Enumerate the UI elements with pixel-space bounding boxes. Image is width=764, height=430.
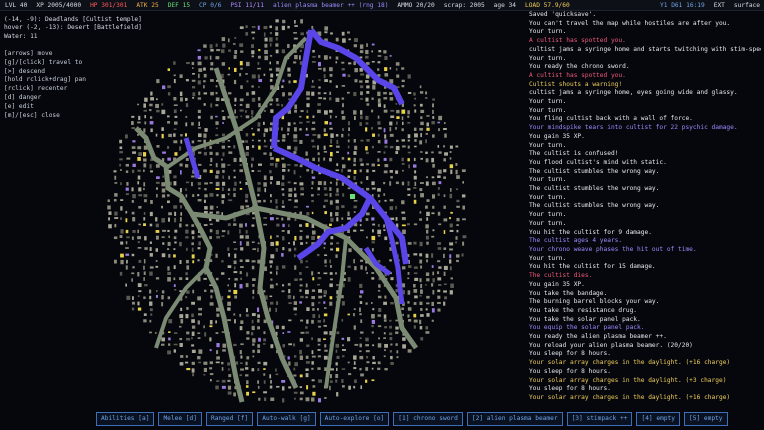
log-line: You hit the cultist for 9 damage. (529, 228, 652, 236)
stat-5: CP 0/6 (199, 1, 222, 9)
status-right-1: EXT (713, 2, 725, 9)
help-line: [e] edit (4, 102, 34, 110)
log-line: cultist jams a syringe home and starts t… (529, 45, 761, 53)
help-line: [arrows] move (4, 50, 53, 57)
auto-explore-button[interactable]: Auto-explore [o] (319, 412, 390, 426)
world-map[interactable] (106, 18, 470, 406)
stat-8: AMMO 20/20 (397, 1, 435, 9)
log-line: Your solar array charges in the daylight… (529, 359, 731, 367)
log-line: You ready the chrono sword. (529, 63, 630, 71)
log-line: You hit the cultist for 15 damage. (529, 263, 656, 271)
help-line: [>] descend (4, 67, 45, 75)
log-line: The cultist is confused! (529, 150, 619, 158)
stat-1: XP 2005/4000 (36, 1, 82, 9)
stat-4: DEF 15 (167, 1, 191, 9)
log-line: Your turn. (529, 219, 567, 227)
log-line: Your mindspike tears into cultist for 22… (529, 124, 738, 132)
log-line: Saved 'quicksave'. (529, 11, 597, 18)
status-bar: LVL 40 XP 2005/4000 HP 301/301 ATK 25 DEF 15… (0, 0, 764, 11)
log-line: The cultist stumbles the wrong way. (529, 202, 660, 210)
log-line: Your turn. (529, 141, 567, 149)
log-line: Your solar array charges in the daylight… (529, 376, 727, 384)
status-right-2: surface (733, 2, 760, 9)
log-line: Your turn. (529, 254, 567, 262)
log-line: Your turn. (529, 176, 567, 184)
stat-11: LOAD 57.9/60 (525, 1, 570, 9)
ranged-button[interactable]: Ranged [f] (205, 412, 254, 426)
hotbar-slot-4-button[interactable]: [4] empty (636, 412, 680, 426)
melee-button[interactable]: Melee [d] (158, 412, 202, 426)
stat-6: PSI 11/11 (230, 1, 264, 9)
keybind-help: [arrows] move [g]/[click] travel to [>] de… (4, 50, 86, 120)
log-line: You equip the solar panel pack. (529, 324, 645, 332)
log-line: You sleep for 8 hours. (529, 367, 611, 375)
log-line: The cultist ages 4 years. (529, 237, 623, 245)
hotbar-slot-3-button[interactable]: [3] stimpack ++ (566, 412, 633, 426)
status-right-0: Y1 D61 16:19 (660, 2, 705, 9)
help-line: [m]/[esc] close (4, 111, 60, 119)
road-path (324, 237, 348, 389)
log-line: The burning barrel blocks your way. (529, 298, 660, 306)
hotbar-slot-5-button[interactable]: [5] empty (684, 412, 728, 426)
stat-7: alien plasma beamer ++ (rng 18) (272, 1, 389, 9)
log-line: You fling cultist back with a wall of fo… (529, 115, 693, 123)
log-line: Your turn. (529, 98, 567, 106)
log-line: Your turn. (529, 193, 567, 201)
log-line: You take the bandage. (529, 289, 608, 297)
status-right: Y1 D61 16:19 EXT surface (660, 0, 760, 10)
stat-0: LVL 40 (5, 1, 28, 9)
river-path (183, 137, 201, 179)
log-line: Your turn. (529, 54, 567, 62)
log-line: You gain 35 XP. (529, 280, 585, 288)
log-line: The cultist stumbles the wrong way. (529, 167, 660, 175)
action-bar: Abilities [a] Melee [d] Ranged [f] Auto-wal… (0, 408, 764, 430)
log-line: You sleep for 8 hours. (529, 385, 611, 393)
auto-walk-button[interactable]: Auto-walk [g] (257, 412, 316, 426)
help-line: [g]/[click] travel to (4, 58, 83, 66)
help-line: [d] danger (4, 93, 42, 101)
log-line: Your turn. (529, 106, 567, 114)
log-line: You flood cultist's mind with static. (529, 158, 667, 166)
log-line: You can't travel the map while hostiles … (529, 19, 731, 27)
player-marker (350, 194, 355, 199)
help-line: [hold rclick+drag] pan (4, 76, 86, 84)
log-line: Your turn. (529, 211, 567, 219)
log-line: The cultist dies. (529, 272, 593, 280)
stat-3: ATK 25 (136, 1, 159, 9)
log-line: Cultist shouts a warning! (529, 80, 623, 88)
log-line: Your solar array charges in the daylight… (529, 393, 731, 401)
abilities-button[interactable]: Abilities [a] (96, 412, 155, 426)
stat-10: age 34 (493, 1, 517, 9)
log-line: You take the resistance drug. (529, 306, 638, 314)
log-line: cultist jams a syringe home, eyes going … (529, 89, 738, 97)
log-line: Your turn. (529, 28, 567, 36)
hotbar-slot-1-button[interactable]: [1] chrono sword (393, 412, 463, 426)
log-line: You take the solar panel pack. (529, 315, 641, 323)
hotbar-slot-2-button[interactable]: [2] alien plasma beamer (466, 412, 563, 426)
world-map-canvas[interactable] (106, 18, 470, 406)
log-line: You ready the alien plasma beamer ++. (529, 333, 667, 341)
log-line: A cultist has spotted you. (529, 37, 626, 45)
log-line: The cultist stumbles the wrong way. (529, 185, 660, 193)
message-log: Saved 'quicksave'. You can't travel the m… (529, 11, 761, 408)
stat-9: scrap: 2005 (443, 1, 485, 9)
river-path (271, 29, 314, 149)
log-line: You gain 35 XP. (529, 132, 585, 140)
stat-2: HP 301/301 (90, 1, 128, 9)
log-line: You reload your alien plasma beamer. (20… (529, 341, 693, 349)
log-line: A cultist has spotted you. (529, 71, 626, 79)
road-path (134, 126, 245, 403)
log-line: You sleep for 8 hours. (529, 350, 611, 358)
help-line: [rclick] recenter (4, 85, 68, 93)
log-line: Your chrono weave phases the hit out of … (529, 245, 697, 253)
